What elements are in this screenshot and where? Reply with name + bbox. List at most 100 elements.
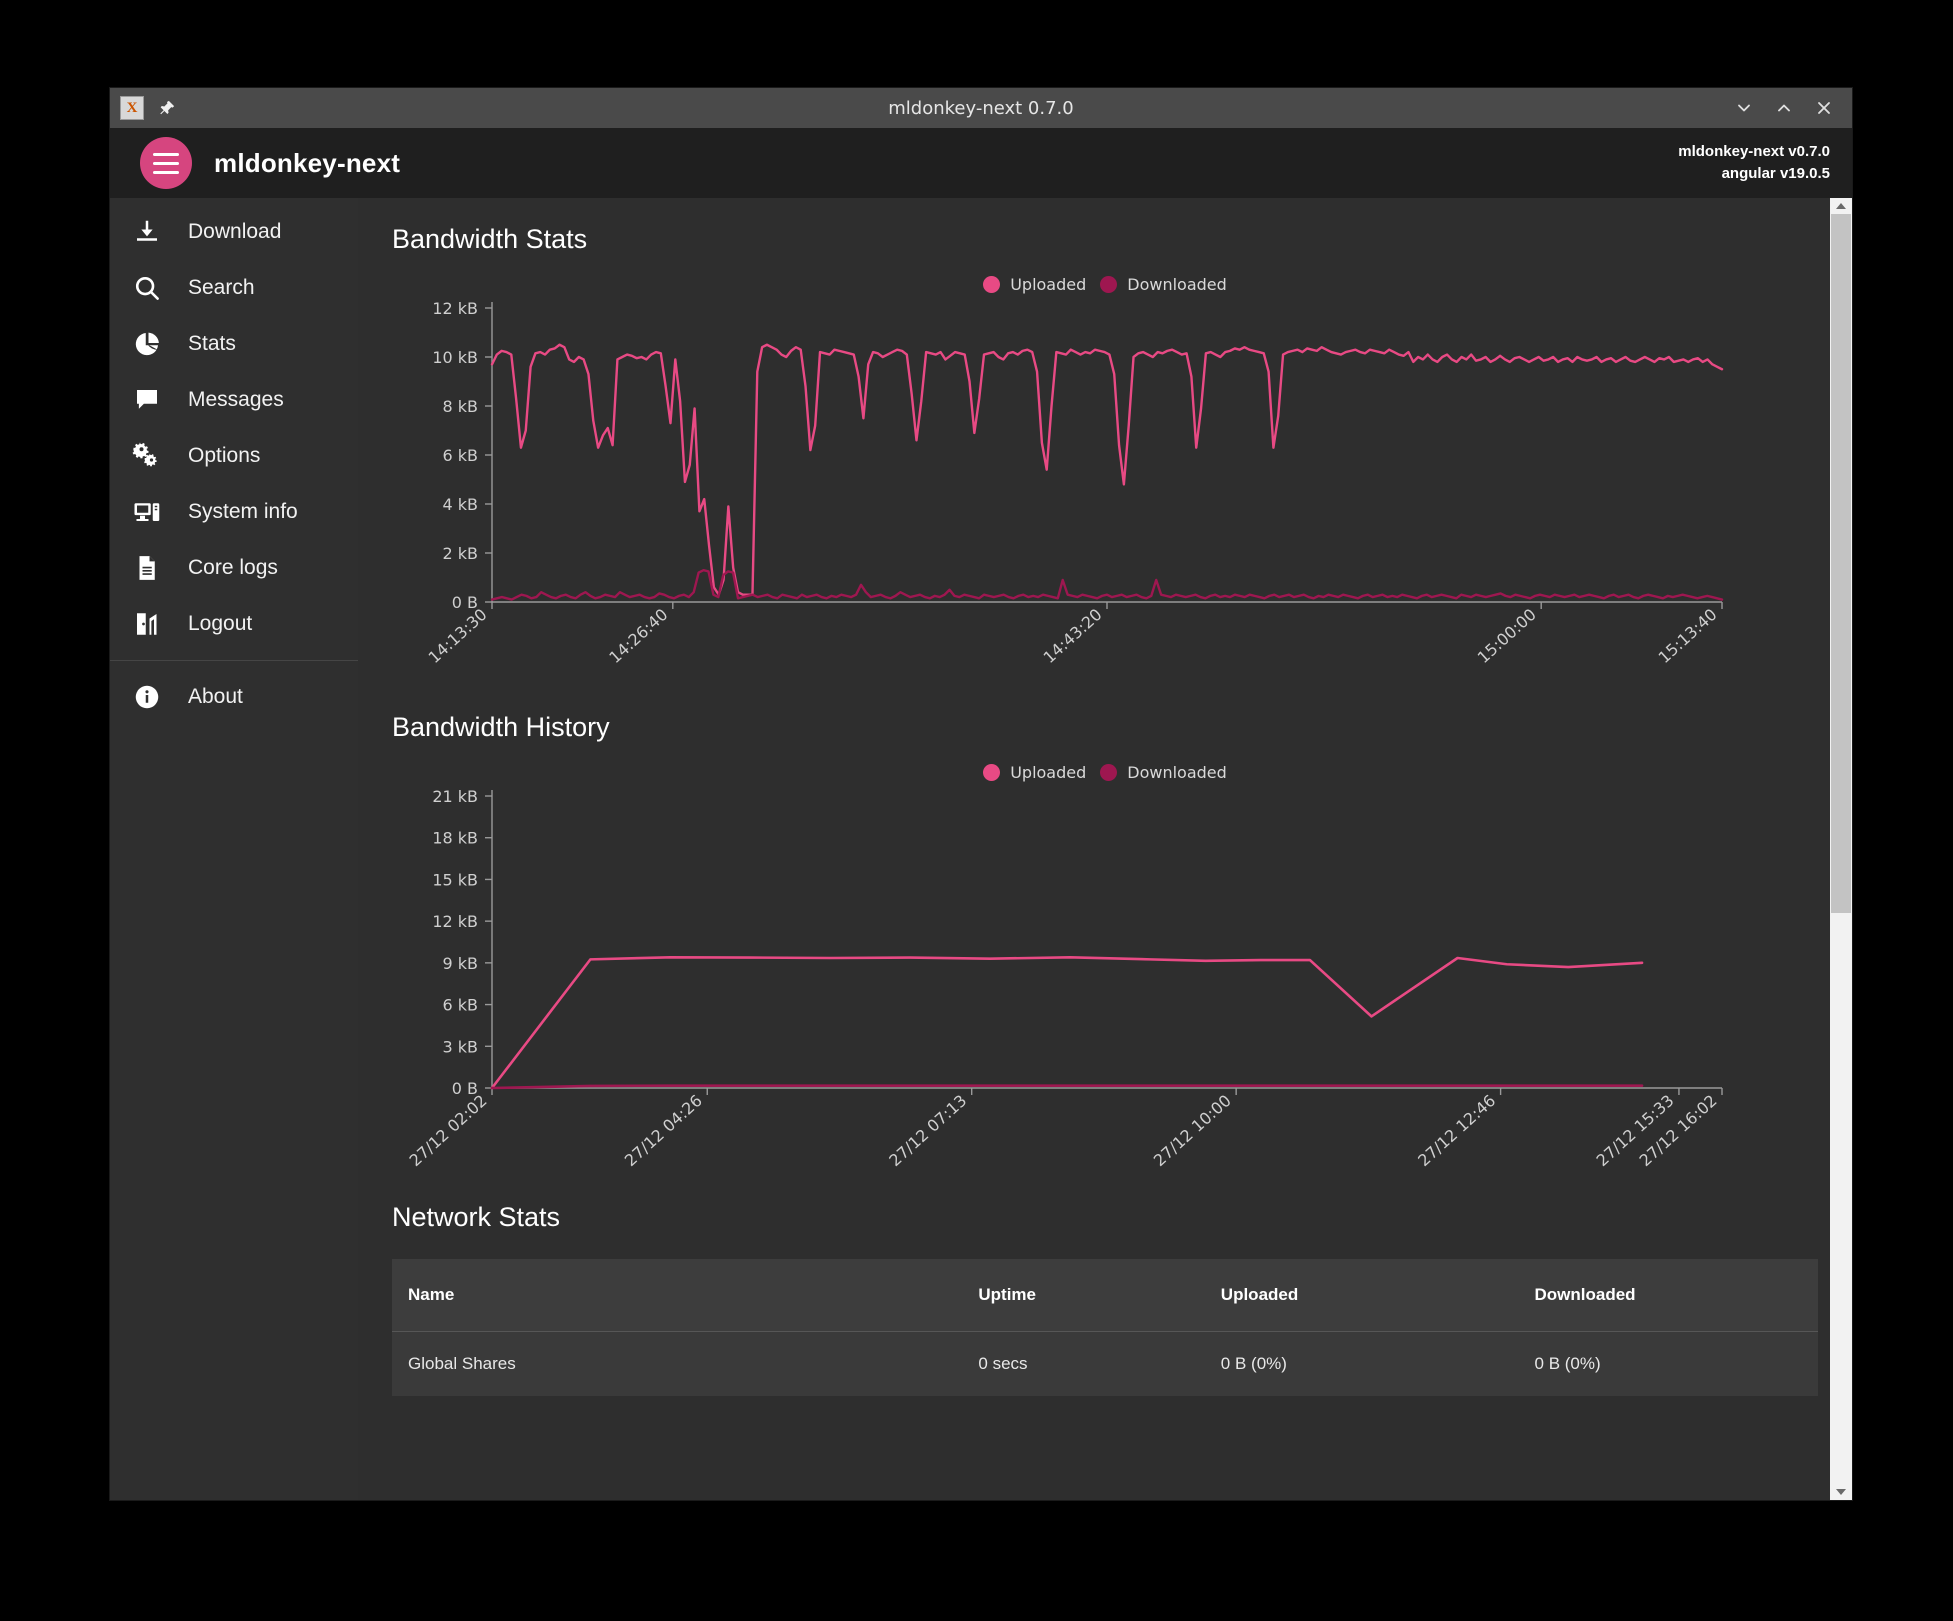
version-info: mldonkey-next v0.7.0 angular v19.0.5 bbox=[1678, 141, 1830, 185]
scroll-up-arrow-icon[interactable] bbox=[1830, 198, 1852, 214]
titlebar-left-icons: X bbox=[110, 96, 178, 120]
table-body: Global Shares 0 secs 0 B (0%) 0 B (0%) bbox=[392, 1331, 1818, 1396]
download-icon bbox=[132, 217, 174, 247]
sidebar-item-label: Download bbox=[188, 220, 282, 243]
legend-item-uploaded[interactable]: Uploaded bbox=[983, 275, 1086, 294]
svg-text:8 kB: 8 kB bbox=[442, 397, 478, 416]
sidebar-item-search[interactable]: Search bbox=[110, 260, 358, 316]
info-icon bbox=[132, 682, 174, 712]
application-window: X mldonkey-next 0.7.0 mldonkey-next mldo… bbox=[110, 88, 1852, 1500]
svg-text:27/12 02:02: 27/12 02:02 bbox=[406, 1091, 491, 1170]
legend-label-downloaded: Downloaded bbox=[1127, 763, 1227, 782]
sidebar-divider bbox=[110, 660, 358, 661]
content-scrollbar[interactable] bbox=[1830, 198, 1852, 1500]
bandwidth-stats-chart-svg: 0 B2 kB4 kB6 kB8 kB10 kB12 kB14:13:30 14:… bbox=[425, 299, 1724, 667]
cell-uploaded: 0 B (0%) bbox=[1204, 1331, 1519, 1396]
version-app: mldonkey-next v0.7.0 bbox=[1678, 143, 1830, 161]
sidebar-item-label: Core logs bbox=[188, 556, 278, 579]
sidebar: Download Search Stats Messages Options S… bbox=[110, 198, 358, 1500]
scrollbar-thumb[interactable] bbox=[1831, 214, 1851, 913]
sidebar-item-label: Stats bbox=[188, 332, 236, 355]
sidebar-item-label: Logout bbox=[188, 612, 253, 635]
network-stats-table: Name Uptime Uploaded Downloaded Global S… bbox=[392, 1259, 1818, 1396]
svg-text:27/12 04:26: 27/12 04:26 bbox=[621, 1091, 706, 1170]
content-inner: Bandwidth Stats Uploaded Downloaded 0 B2… bbox=[358, 198, 1852, 1396]
table-row[interactable]: Global Shares 0 secs 0 B (0%) 0 B (0%) bbox=[392, 1331, 1818, 1396]
cell-uptime: 0 secs bbox=[962, 1331, 1205, 1396]
svg-text:3 kB: 3 kB bbox=[442, 1037, 478, 1056]
legend-label-uploaded: Uploaded bbox=[1010, 275, 1087, 294]
sidebar-item-system-info[interactable]: System info bbox=[110, 484, 358, 540]
bandwidth-history-title: Bandwidth History bbox=[392, 712, 610, 742]
desktop: X mldonkey-next 0.7.0 mldonkey-next mldo… bbox=[0, 0, 1953, 1621]
legend-item-downloaded[interactable]: Downloaded bbox=[1100, 275, 1227, 294]
window-title: mldonkey-next 0.7.0 bbox=[888, 97, 1074, 119]
svg-text:6 kB: 6 kB bbox=[442, 996, 478, 1015]
scrollbar-track[interactable] bbox=[1830, 214, 1852, 1484]
sidebar-item-logout[interactable]: Logout bbox=[110, 596, 358, 652]
table-head: Name Uptime Uploaded Downloaded bbox=[392, 1259, 1818, 1332]
window-controls bbox=[1724, 88, 1852, 128]
svg-text:15:13:40: 15:13:40 bbox=[1655, 605, 1721, 667]
svg-text:6 kB: 6 kB bbox=[442, 446, 478, 465]
sidebar-item-label: System info bbox=[188, 500, 298, 523]
sidebar-item-label: About bbox=[188, 685, 243, 708]
bandwidth-stats-chart[interactable]: 0 B2 kB 4 kB 6 kB 8 kB 10 kB 12 kB 14:13:30 14:… bbox=[392, 294, 1818, 694]
legend-item-uploaded[interactable]: Uploaded bbox=[983, 763, 1086, 782]
bandwidth-stats-title: Bandwidth Stats bbox=[392, 224, 588, 254]
window-titlebar[interactable]: X mldonkey-next 0.7.0 bbox=[110, 88, 1852, 128]
svg-text:14:13:30: 14:13:30 bbox=[425, 605, 491, 667]
sidebar-item-options[interactable]: Options bbox=[110, 428, 358, 484]
sidebar-item-download[interactable]: Download bbox=[110, 204, 358, 260]
svg-text:27/12 07:13: 27/12 07:13 bbox=[885, 1091, 970, 1170]
app-header: mldonkey-next mldonkey-next v0.7.0 angul… bbox=[110, 128, 1852, 198]
legend-dot-uploaded bbox=[983, 276, 1001, 293]
document-icon bbox=[132, 553, 174, 583]
sidebar-item-about[interactable]: About bbox=[110, 669, 358, 725]
svg-text:12 kB: 12 kB bbox=[432, 912, 478, 931]
minimize-button[interactable] bbox=[1724, 88, 1764, 128]
column-header-downloaded[interactable]: Downloaded bbox=[1518, 1259, 1818, 1332]
svg-text:2 kB: 2 kB bbox=[442, 544, 478, 563]
bandwidth-history-chart[interactable]: 0 B3 kB 6 kB 9 kB 12 kB 15 kB 18 kB 21 kB 27/12… bbox=[392, 782, 1818, 1192]
column-header-uptime[interactable]: Uptime bbox=[962, 1259, 1205, 1332]
search-icon bbox=[132, 273, 174, 303]
network-stats-title: Network Stats bbox=[392, 1202, 561, 1232]
table-header-row: Name Uptime Uploaded Downloaded bbox=[392, 1259, 1818, 1332]
sidebar-item-core-logs[interactable]: Core logs bbox=[110, 540, 358, 596]
svg-text:18 kB: 18 kB bbox=[432, 829, 478, 848]
svg-text:27/12 12:46: 27/12 12:46 bbox=[1414, 1091, 1499, 1170]
bandwidth-stats-legend: Uploaded Downloaded bbox=[392, 275, 1818, 294]
main-content: Bandwidth Stats Uploaded Downloaded 0 B2… bbox=[358, 198, 1852, 1500]
maximize-button[interactable] bbox=[1764, 88, 1804, 128]
svg-text:21 kB: 21 kB bbox=[432, 787, 478, 806]
sidebar-item-stats[interactable]: Stats bbox=[110, 316, 358, 372]
column-header-name[interactable]: Name bbox=[392, 1259, 963, 1332]
window-body: Download Search Stats Messages Options S… bbox=[110, 198, 1852, 1500]
svg-text:15:00:00: 15:00:00 bbox=[1474, 605, 1540, 667]
hamburger-menu-icon[interactable] bbox=[140, 137, 192, 189]
legend-label-downloaded: Downloaded bbox=[1127, 275, 1227, 294]
logout-door-icon bbox=[132, 609, 174, 639]
chat-bubble-icon bbox=[132, 385, 174, 415]
app-title: mldonkey-next bbox=[214, 147, 401, 178]
legend-dot-downloaded bbox=[1100, 276, 1118, 293]
column-header-uploaded[interactable]: Uploaded bbox=[1204, 1259, 1519, 1332]
svg-text:27/12 10:00: 27/12 10:00 bbox=[1150, 1091, 1235, 1170]
sidebar-item-label: Messages bbox=[188, 388, 284, 411]
bandwidth-history-chart-svg: 0 B3 kB6 kB9 kB12 kB15 kB18 kB21 kB27/12… bbox=[406, 787, 1723, 1170]
svg-text:4 kB: 4 kB bbox=[442, 495, 478, 514]
svg-text:9 kB: 9 kB bbox=[442, 954, 478, 973]
scroll-down-arrow-icon[interactable] bbox=[1830, 1484, 1852, 1500]
sidebar-item-label: Options bbox=[188, 444, 261, 467]
legend-dot-uploaded bbox=[983, 764, 1001, 781]
legend-label-uploaded: Uploaded bbox=[1010, 763, 1087, 782]
svg-text:14:43:20: 14:43:20 bbox=[1040, 605, 1106, 667]
version-framework: angular v19.0.5 bbox=[1721, 165, 1830, 182]
svg-text:14:26:40: 14:26:40 bbox=[605, 605, 671, 667]
close-button[interactable] bbox=[1804, 88, 1844, 128]
gears-icon bbox=[132, 441, 174, 471]
pin-icon[interactable] bbox=[156, 97, 178, 119]
sidebar-item-messages[interactable]: Messages bbox=[110, 372, 358, 428]
legend-item-downloaded[interactable]: Downloaded bbox=[1100, 763, 1227, 782]
